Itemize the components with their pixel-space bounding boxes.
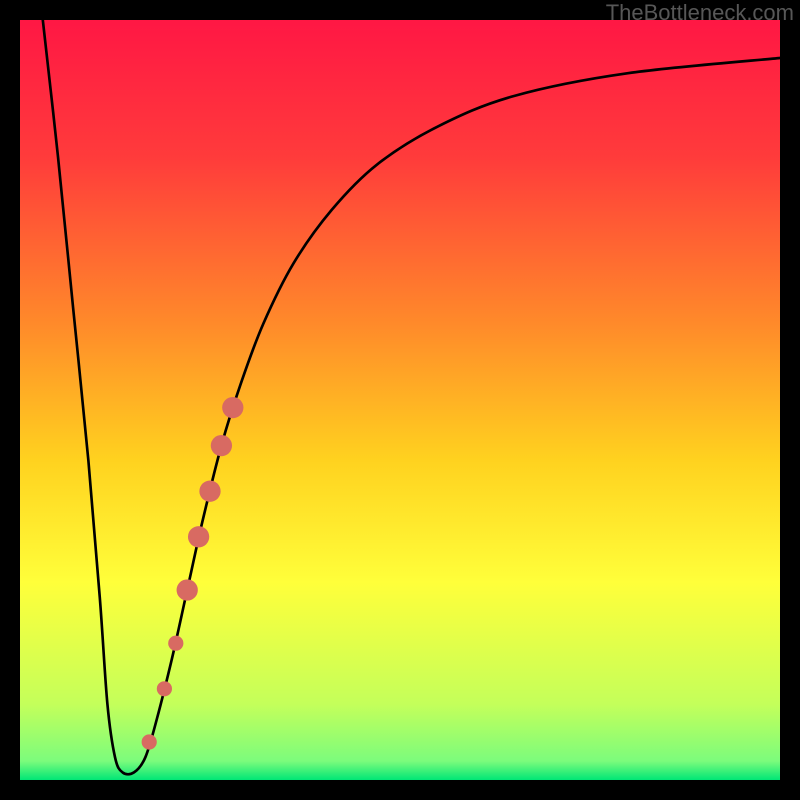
attribution-text: TheBottleneck.com [606,0,794,26]
gradient-background [20,20,780,780]
plot-area [20,20,780,780]
chart-frame: TheBottleneck.com [0,0,800,800]
